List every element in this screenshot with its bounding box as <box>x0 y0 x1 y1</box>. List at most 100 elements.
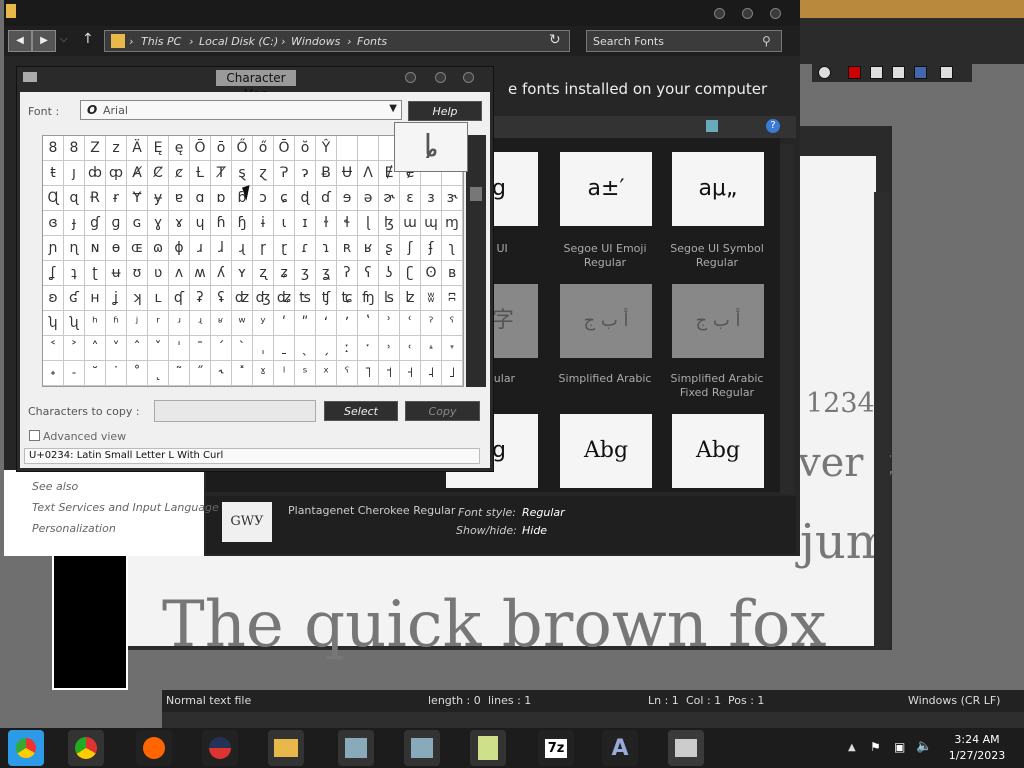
character-cell[interactable]: ˢ <box>295 361 316 386</box>
character-cell[interactable]: ʰ <box>85 311 106 336</box>
character-cell[interactable] <box>358 136 379 161</box>
character-cell[interactable]: ʂ <box>379 236 400 261</box>
character-cell[interactable]: ɸ <box>169 236 190 261</box>
recent-dropdown-icon[interactable]: ⌵ <box>60 34 68 45</box>
stop-icon[interactable] <box>870 66 883 79</box>
character-cell[interactable]: ɑ <box>190 186 211 211</box>
character-cell[interactable]: ʏ <box>232 261 253 286</box>
select-button[interactable]: Select <box>324 401 398 421</box>
character-cell[interactable]: ʁ <box>358 236 379 261</box>
character-cell[interactable]: ɯ <box>400 211 421 236</box>
file-explorer-icon[interactable] <box>268 730 304 766</box>
character-cell[interactable]: ɕ <box>274 186 295 211</box>
character-cell[interactable]: Ɋ <box>43 186 64 211</box>
character-cell[interactable]: ˤ <box>337 361 358 386</box>
character-cell[interactable]: ˠ <box>253 361 274 386</box>
character-cell[interactable]: ə <box>358 186 379 211</box>
character-cell[interactable]: ˁ <box>442 311 463 336</box>
font-dropdown[interactable]: O Arial ▼ <box>80 100 402 120</box>
font-card[interactable]: a±′ <box>560 152 652 226</box>
character-cell[interactable]: ȷ <box>64 161 85 186</box>
character-cell[interactable]: ɮ <box>379 211 400 236</box>
character-cell[interactable]: ː <box>337 336 358 361</box>
character-cell[interactable]: ɘ <box>337 186 358 211</box>
character-cell[interactable]: ɪ <box>295 211 316 236</box>
character-cell[interactable]: ʃ <box>400 236 421 261</box>
character-cell[interactable]: ʣ <box>232 286 253 311</box>
character-cell[interactable]: ɴ <box>85 236 106 261</box>
character-cell[interactable]: ʒ <box>295 261 316 286</box>
character-cell[interactable]: Ő <box>232 136 253 161</box>
character-cell[interactable]: ʟ <box>148 286 169 311</box>
character-cell[interactable]: ʴ <box>169 311 190 336</box>
character-cell[interactable]: ɗ <box>316 186 337 211</box>
search-icon[interactable]: ⚲ <box>762 34 771 48</box>
character-cell[interactable]: ˝ <box>190 361 211 386</box>
character-cell[interactable]: ˨ <box>421 361 442 386</box>
copy-button[interactable]: Copy <box>405 401 480 421</box>
character-cell[interactable]: ʱ <box>106 311 127 336</box>
character-cell[interactable]: ő <box>253 136 274 161</box>
character-cell[interactable]: Ƚ <box>190 161 211 186</box>
character-cell[interactable]: ɽ <box>274 236 295 261</box>
character-cell[interactable]: ɝ <box>442 186 463 211</box>
show-hidden-icons[interactable]: ▲ <box>848 742 856 753</box>
notepad-vertical-scrollbar[interactable] <box>874 192 890 648</box>
character-cell[interactable]: ˎ <box>295 336 316 361</box>
character-cell[interactable]: ˚ <box>127 361 148 386</box>
character-cell[interactable]: ʞ <box>127 286 148 311</box>
character-cell[interactable]: ʿ <box>400 311 421 336</box>
fonts-vertical-scrollbar[interactable] <box>780 144 794 494</box>
fast-forward-icon[interactable] <box>914 66 927 79</box>
character-cell[interactable]: ʚ <box>43 286 64 311</box>
character-cell[interactable]: ʈ <box>85 261 106 286</box>
system-clock[interactable]: 3:24 AM 1/27/2023 <box>930 732 1024 766</box>
character-cell[interactable]: ˒ <box>379 336 400 361</box>
character-cell[interactable]: ʉ <box>106 261 127 286</box>
character-cell[interactable]: ˀ <box>421 311 442 336</box>
breadcrumb-this-pc[interactable]: This PC <box>141 35 181 48</box>
start-button[interactable] <box>8 730 44 766</box>
character-cell[interactable]: ˑ <box>358 336 379 361</box>
character-cell[interactable]: ɡ <box>106 211 127 236</box>
explorer-titlebar[interactable] <box>4 0 800 26</box>
character-cell[interactable]: ɒ <box>211 186 232 211</box>
character-grid-scrollbar[interactable] <box>466 135 486 387</box>
forward-button[interactable]: ▶ <box>32 30 56 52</box>
character-cell[interactable]: ɤ <box>169 211 190 236</box>
grid-icon[interactable] <box>940 66 953 79</box>
obama-logo-icon[interactable] <box>202 730 238 766</box>
character-cell[interactable]: ʳ <box>148 311 169 336</box>
character-cell[interactable]: ɹ <box>190 236 211 261</box>
character-cell[interactable]: ɋ <box>64 186 85 211</box>
character-cell[interactable]: ʪ <box>379 286 400 311</box>
font-card[interactable]: أ ب ج <box>560 284 652 358</box>
character-cell[interactable]: ʬ <box>421 286 442 311</box>
character-cell[interactable]: ˖ <box>43 361 64 386</box>
chars-to-copy-input[interactable] <box>154 400 316 422</box>
character-cell[interactable]: ˆ <box>127 336 148 361</box>
character-cell[interactable]: ę <box>169 136 190 161</box>
character-cell[interactable]: ʼ <box>337 311 358 336</box>
character-cell[interactable]: ʋ <box>148 261 169 286</box>
character-cell[interactable]: ˊ <box>211 336 232 361</box>
character-cell[interactable]: ˧ <box>400 361 421 386</box>
sevenzip-icon[interactable]: 7z <box>538 730 574 766</box>
character-cell[interactable]: ɬ <box>337 211 358 236</box>
character-cell[interactable]: ʑ <box>274 261 295 286</box>
font-card[interactable]: Abg <box>672 414 764 488</box>
back-button[interactable]: ◀ <box>8 30 32 52</box>
character-cell[interactable]: ɢ <box>127 211 148 236</box>
character-cell[interactable]: ʡ <box>190 286 211 311</box>
font-card[interactable]: aμ„ <box>672 152 764 226</box>
character-cell[interactable]: Ɍ <box>85 186 106 211</box>
network-setup-icon[interactable] <box>338 730 374 766</box>
character-cell[interactable]: ˈ <box>169 336 190 361</box>
character-cell[interactable]: ɥ <box>190 211 211 236</box>
charmap-maximize-button[interactable] <box>435 72 446 83</box>
character-cell[interactable]: ɚ <box>379 186 400 211</box>
character-cell[interactable]: ɠ <box>85 211 106 236</box>
character-grid[interactable]: 88ZzÄĘęŌōŐőŌŏŶŧȷȸȹȺȻȼȽȾȿɀɁɂɃɄɅɆɇɊɋɌɍɎɏɐɑ… <box>42 135 464 387</box>
character-cell[interactable]: ˂ <box>43 336 64 361</box>
character-cell[interactable]: ɫ <box>316 211 337 236</box>
